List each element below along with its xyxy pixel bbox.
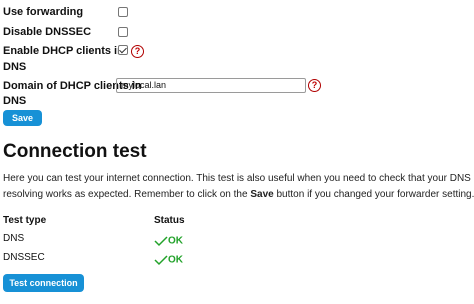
- test-connection-button[interactable]: Test connection: [3, 274, 84, 292]
- enable-dhcp-label-line1: Enable DHCP clients in: [3, 45, 124, 57]
- column-header-test-type: Test type: [3, 215, 47, 226]
- test-type-dns: DNS: [3, 233, 25, 244]
- status-dnssec: OK: [154, 251, 183, 269]
- domain-input[interactable]: mylocal.lan: [116, 78, 306, 93]
- domain-label-line2: DNS: [3, 95, 27, 107]
- check-icon: [154, 236, 168, 246]
- enable-dhcp-label-line2: DNS: [3, 61, 27, 73]
- disable-dnssec-checkbox[interactable]: [118, 27, 128, 37]
- test-type-dnssec: DNSSEC: [3, 252, 45, 263]
- description: Here you can test your internet connecti…: [3, 173, 474, 200]
- section-title: Connection test: [3, 141, 147, 162]
- status-dns: OK: [154, 232, 183, 250]
- column-header-status: Status: [154, 215, 185, 226]
- save-button[interactable]: Save: [3, 110, 42, 126]
- check-icon: [154, 255, 168, 265]
- use-forwarding-label: Use forwarding: [3, 6, 84, 18]
- help-icon[interactable]: ?: [308, 79, 321, 92]
- help-icon[interactable]: ?: [131, 45, 144, 58]
- disable-dnssec-label: Disable DNSSEC: [3, 26, 92, 38]
- enable-dhcp-checkbox[interactable]: [118, 45, 128, 55]
- use-forwarding-checkbox[interactable]: [118, 7, 128, 17]
